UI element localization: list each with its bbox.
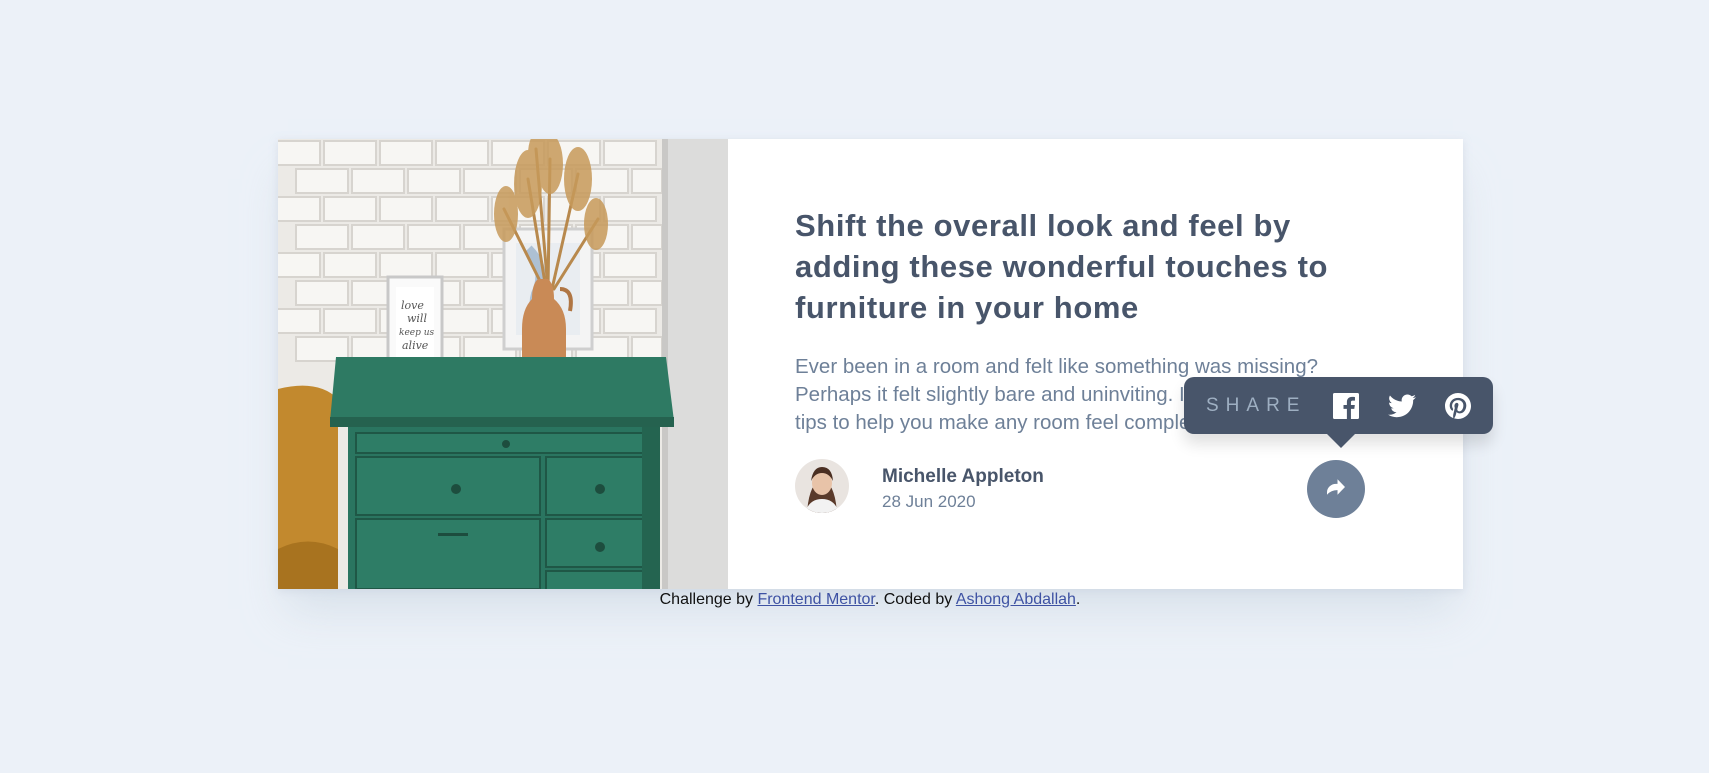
share-button[interactable]: [1307, 460, 1365, 518]
attribution-suffix: .: [1075, 591, 1081, 608]
pinterest-icon[interactable]: [1444, 392, 1472, 420]
share-arrow-icon: [1327, 478, 1345, 500]
author-info: Michelle Appleton 28 Jun 2020: [795, 459, 1395, 513]
frontend-mentor-link[interactable]: Frontend Mentor: [757, 591, 874, 608]
card-body: Shift the overall look and feel by addin…: [728, 139, 1463, 589]
drawers-image: love will keep us alive: [278, 139, 728, 589]
twitter-icon[interactable]: [1388, 392, 1417, 420]
svg-text:keep us: keep us: [399, 328, 435, 338]
svg-text:love: love: [401, 299, 424, 312]
attribution-prefix: Challenge by: [659, 591, 758, 608]
svg-text:will: will: [407, 312, 427, 325]
article-headline[interactable]: Shift the overall look and feel by addin…: [795, 205, 1380, 328]
attribution: Challenge by Frontend Mentor. Coded by A…: [0, 591, 1709, 609]
share-tooltip: SHARE: [1184, 377, 1493, 448]
author-link[interactable]: Ashong Abdallah: [956, 591, 1076, 608]
facebook-icon[interactable]: [1332, 392, 1360, 420]
avatar: [795, 459, 849, 513]
article-preview-card: love will keep us alive Shift the overal…: [278, 139, 1463, 589]
share-label: SHARE: [1206, 394, 1307, 416]
attribution-middle: . Coded by: [874, 591, 956, 608]
publish-date: 28 Jun 2020: [882, 492, 976, 511]
author-name: Michelle Appleton: [882, 466, 1044, 487]
svg-text:alive: alive: [402, 339, 429, 352]
